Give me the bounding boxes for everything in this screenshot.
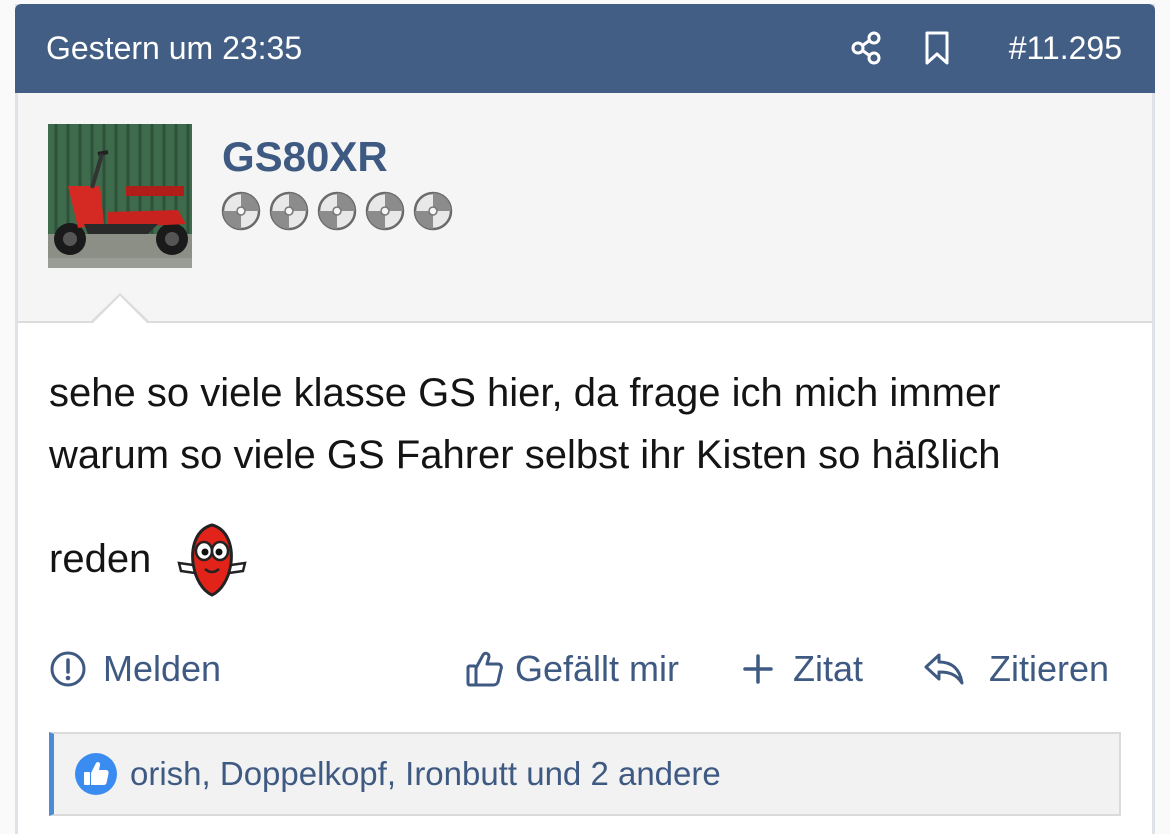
post-actions: Melden Gefällt mir Zitat Zitieren <box>49 644 1139 694</box>
plus-icon <box>743 654 773 684</box>
message-line-text: reden <box>49 537 152 581</box>
message-line: warum so viele GS Fahrer selbst ihr Kist… <box>49 433 1001 477</box>
like-badge-icon <box>75 753 117 795</box>
message-line: sehe so viele klasse GS hier, da frage i… <box>49 371 1001 415</box>
message-line: reden <box>49 523 1139 597</box>
like-label: Gefällt mir <box>515 648 680 689</box>
author-username[interactable]: GS80XR <box>222 133 388 181</box>
bookmark-icon[interactable] <box>919 30 955 66</box>
post-number-link[interactable]: #11.295 <box>1009 30 1122 66</box>
report-button[interactable]: Melden <box>49 644 221 694</box>
report-label: Melden <box>103 648 222 689</box>
avatar[interactable] <box>48 124 192 268</box>
reply-label: Zitieren <box>989 648 1110 689</box>
like-button[interactable]: Gefällt mir <box>465 644 679 694</box>
reply-arrow-icon <box>924 653 964 685</box>
quote-label: Zitat <box>793 648 864 689</box>
reply-button[interactable]: Zitieren <box>923 644 1109 694</box>
quote-button[interactable]: Zitat <box>743 644 863 694</box>
red-shy-smiley-icon <box>177 523 247 597</box>
author-area: GS80XR <box>18 93 1152 323</box>
post-header: Gestern um 23:35 #11.295 <box>15 4 1155 93</box>
rank-wheels-icon <box>221 191 453 231</box>
likes-summary: orish, Doppelkopf, Ironbutt und 2 andere <box>49 732 1121 816</box>
post-date: Gestern um 23:35 <box>46 30 303 66</box>
alert-circle-icon <box>50 651 86 687</box>
share-icon[interactable] <box>849 30 885 66</box>
thumbs-up-icon <box>466 651 503 687</box>
forum-post: Gestern um 23:35 #11.295 GS80XR sehe so … <box>15 4 1155 834</box>
post-content: sehe so viele klasse GS hier, da frage i… <box>49 370 1139 597</box>
likes-users-link[interactable]: orish, Doppelkopf, Ironbutt und 2 andere <box>130 755 721 793</box>
